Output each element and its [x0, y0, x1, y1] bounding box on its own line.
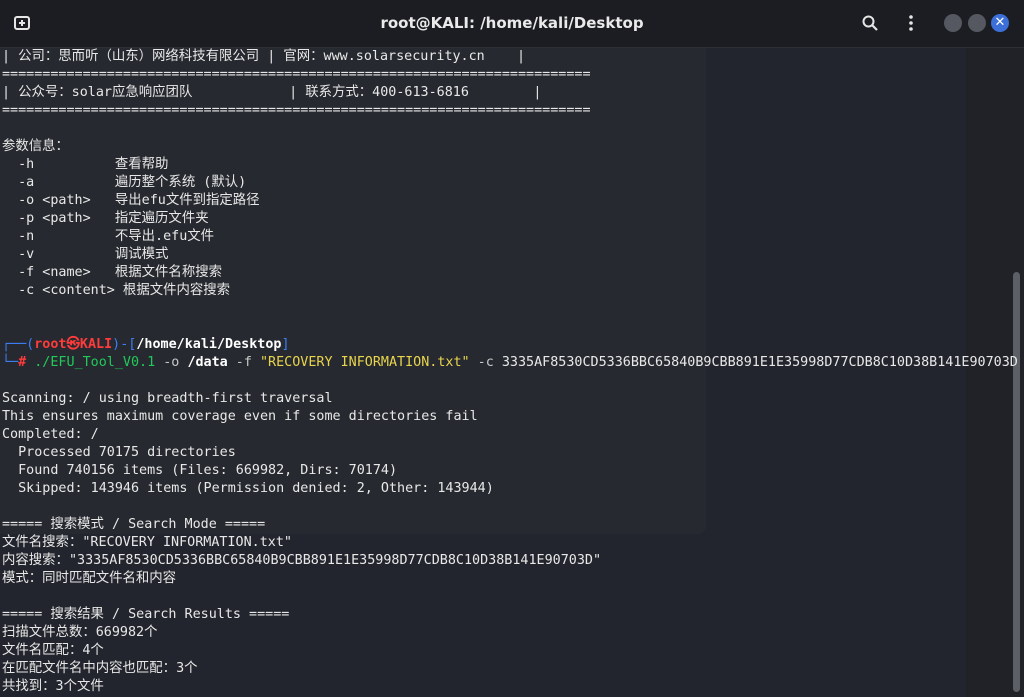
command-name: ./EFU_Tool_V0.1 — [34, 355, 156, 370]
banner-company-row: | 公司：思而听（山东）网络科技有限公司 | 官网：www.solarsecur… — [2, 49, 526, 64]
prompt-corner: └─ — [2, 355, 19, 370]
help-flag: -h — [2, 157, 115, 172]
search-mode-content: 内容搜索："3335AF8530CD5336BBC65840B9CBB891E1… — [2, 553, 602, 568]
output-line: Completed: / — [2, 427, 99, 442]
help-option: -v 调试模式 — [2, 246, 168, 264]
maximize-button[interactable] — [968, 14, 986, 32]
help-flag: -n — [2, 229, 115, 244]
output-line: Found 740156 items (Files: 669982, Dirs:… — [2, 463, 398, 478]
help-desc: 查看帮助 — [114, 157, 169, 172]
help-desc: 遍历整个系统 (默认) — [114, 175, 247, 190]
help-option: -p <path> 指定遍历文件夹 — [2, 210, 209, 228]
prompt-path: /home/kali/Desktop — [136, 337, 282, 352]
output-line: Skipped: 143946 items (Permission denied… — [2, 481, 494, 496]
help-option: -f <name> 根据文件名称搜索 — [2, 264, 222, 282]
help-desc: 根据文件名称搜索 — [114, 265, 222, 280]
banner-separator: ========================================… — [2, 67, 591, 82]
close-button[interactable]: ✕ — [991, 14, 1009, 32]
help-option: -c <content> 根据文件内容搜索 — [2, 282, 230, 300]
command-option: -o — [155, 355, 188, 370]
banner-separator: ========================================… — [2, 103, 591, 118]
output-line: This ensures maximum coverage even if so… — [2, 409, 478, 424]
help-desc: 指定遍历文件夹 — [114, 211, 209, 226]
help-flag: -p <path> — [2, 211, 115, 226]
prompt-open: ┌──( — [2, 337, 35, 352]
result-line: 共找到：3个文件 — [2, 679, 104, 694]
search-mode-header: ===== 搜索模式 / Search Mode ===== — [2, 517, 266, 532]
help-option: -a 遍历整个系统 (默认) — [2, 174, 246, 192]
help-heading: 参数信息： — [2, 139, 69, 154]
help-desc: 不导出.efu文件 — [114, 229, 215, 244]
title-bar: root@KALI: /home/kali/Desktop ✕ — [0, 0, 1024, 48]
help-option: -n 不导出.efu文件 — [2, 228, 214, 246]
help-flag: -o <path> — [2, 193, 115, 208]
command-arg: 3335AF8530CD5336BBC65840B9CBB891E1E35998… — [501, 355, 1018, 370]
command-option: -c — [469, 355, 502, 370]
output-line: Scanning: / using breadth-first traversa… — [2, 391, 333, 406]
prompt-hash: # — [18, 355, 35, 370]
help-option: -o <path> 导出efu文件到指定路径 — [2, 192, 260, 210]
minimize-button[interactable] — [944, 14, 962, 32]
search-icon[interactable] — [861, 14, 881, 34]
result-line: 文件名匹配：4个 — [2, 643, 104, 658]
help-flag: -c <content> — [2, 283, 115, 298]
scrollbar[interactable] — [1013, 272, 1020, 692]
output-line: Processed 70175 directories — [2, 445, 236, 460]
prompt-mid: )-[ — [112, 337, 137, 352]
result-line: 在匹配文件名中内容也匹配：3个 — [2, 661, 198, 676]
prompt-line: ┌──(root㉿KALI)-[/home/kali/Desktop] — [2, 336, 290, 354]
help-desc: 调试模式 — [114, 247, 169, 262]
command-arg: /data — [187, 355, 228, 370]
help-option: -h 查看帮助 — [2, 156, 168, 174]
help-flag: -a — [2, 175, 115, 190]
command-option: -f — [227, 355, 260, 370]
kebab-menu-icon[interactable] — [902, 14, 922, 34]
search-mode-mode: 模式：同时匹配文件名和内容 — [2, 571, 177, 586]
help-flag: -v — [2, 247, 115, 262]
banner-public-row: | 公众号：solar应急响应团队 | 联系方式：400-613-6816 | — [2, 85, 542, 100]
result-line: 扫描文件总数：669982个 — [2, 625, 158, 640]
command-arg: "RECOVERY INFORMATION.txt" — [260, 355, 470, 370]
search-mode-name: 文件名搜索："RECOVERY INFORMATION.txt" — [2, 535, 292, 550]
help-desc: 导出efu文件到指定路径 — [114, 193, 260, 208]
help-desc: 根据文件内容搜索 — [114, 283, 231, 298]
search-results-header: ===== 搜索结果 / Search Results ===== — [2, 607, 290, 622]
prompt-user: root㉿KALI — [34, 337, 113, 352]
command-line[interactable]: └─# ./EFU_Tool_V0.1 -o /data -f "RECOVER… — [2, 354, 1018, 372]
prompt-close: ] — [281, 337, 290, 352]
help-flag: -f <name> — [2, 265, 115, 280]
